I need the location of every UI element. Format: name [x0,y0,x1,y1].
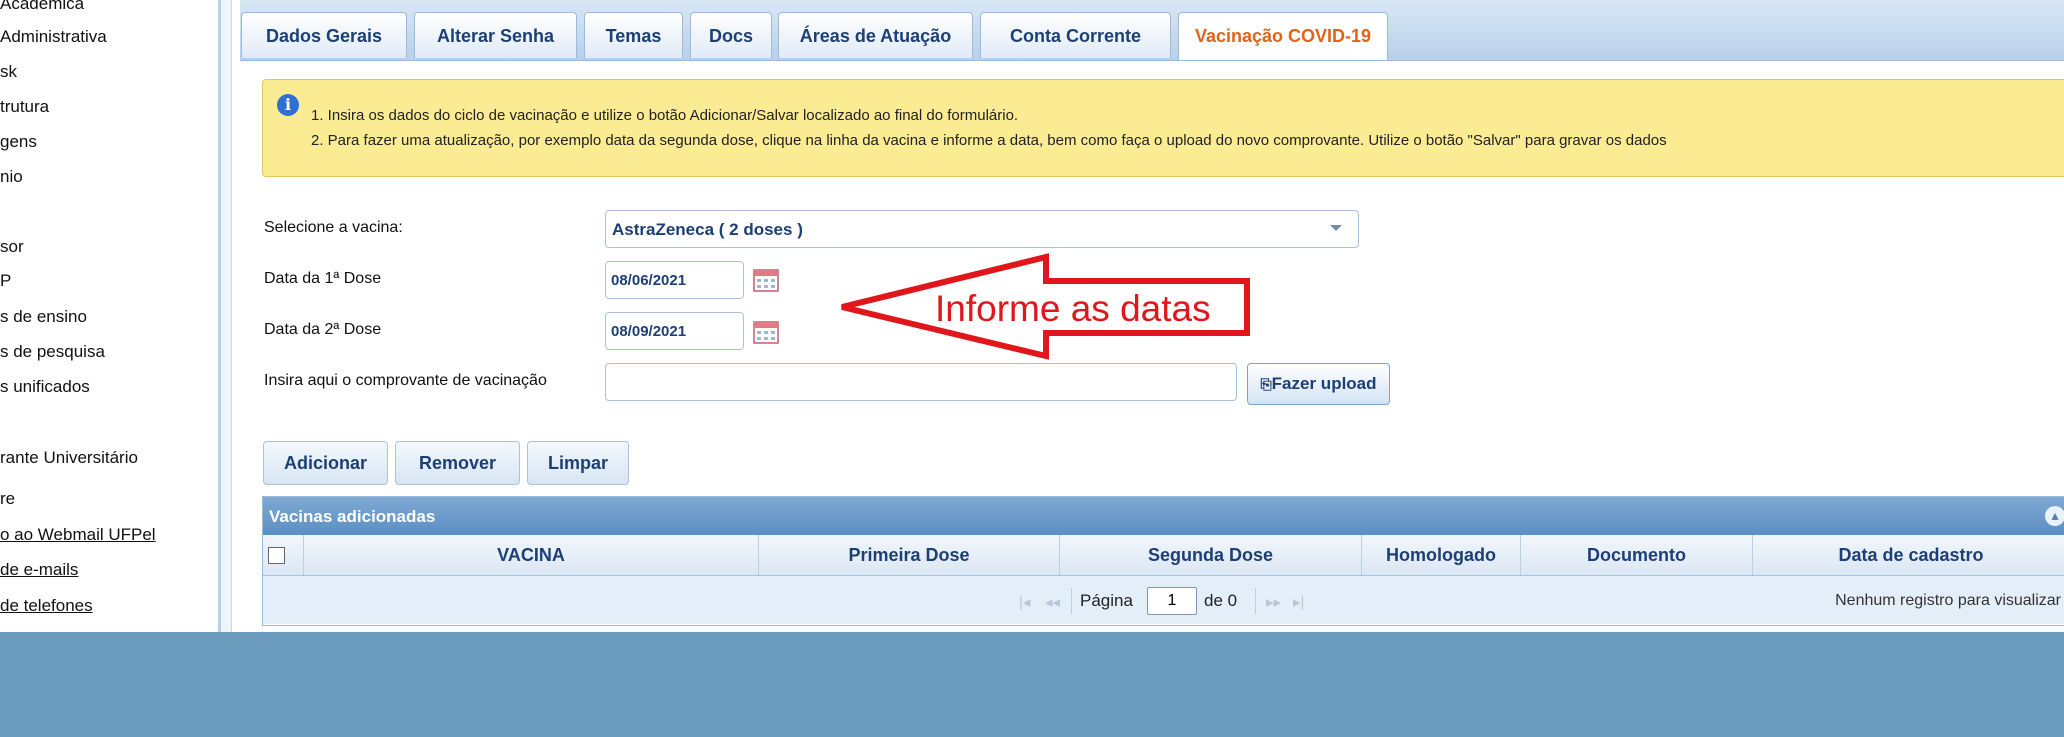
instruction-line-1: 1. Insira os dados do ciclo de vacinação… [311,107,1019,124]
sidebar-link-webmail[interactable]: o ao Webmail UFPel [0,525,156,545]
sidebar-item[interactable]: s de pesquisa [0,342,105,362]
pager-separator [1255,588,1256,614]
chevron-down-icon [1330,225,1342,231]
pager-separator [1071,588,1072,614]
empty-records-message: Nenhum registro para visualizar [1835,592,2061,609]
last-page-icon[interactable]: ▸| [1293,593,1304,611]
column-header-documento[interactable]: Documento [1520,535,1752,575]
remove-button[interactable]: Remover [395,441,520,485]
column-header-vacina[interactable]: VACINA [303,535,758,575]
app-window: Acadêmica Administrativa sk trutura gens… [0,0,2064,632]
sidebar-link-phones[interactable]: de telefones [0,596,93,616]
tab-temas[interactable]: Temas [584,12,683,58]
vaccines-grid: Vacinas adicionadas ▴ VACINA Primeira Do… [262,496,2064,626]
calendar-icon[interactable] [753,268,779,292]
next-page-icon[interactable]: ▸▸ [1266,593,1281,611]
tab-dados-gerais[interactable]: Dados Gerais [241,12,407,58]
sidebar-item[interactable]: gens [0,132,37,152]
dose1-date-value: 08/06/2021 [611,272,687,289]
sidebar-item[interactable]: Acadêmica [0,0,84,14]
vaccine-select-value: AstraZeneca ( 2 doses ) [612,220,803,239]
column-header-homologado[interactable]: Homologado [1361,535,1520,575]
annotation-text: Informe as datas [935,288,1211,329]
page-number-input[interactable]: 1 [1147,587,1197,615]
column-header-data-cadastro[interactable]: Data de cadastro [1752,535,2064,575]
collapse-icon[interactable]: ▴ [2045,506,2064,526]
dose1-label: Data da 1ª Dose [264,270,382,287]
footer-band [0,632,2064,737]
sidebar: Acadêmica Administrativa sk trutura gens… [0,0,221,632]
sidebar-item[interactable]: nio [0,167,23,187]
sidebar-gutter [221,0,231,632]
upload-button[interactable]: ⎘Fazer upload [1247,363,1390,405]
tab-areas-atuacao[interactable]: Áreas de Atuação [778,12,973,58]
grid-header: Vacinas adicionadas ▴ [263,497,2064,535]
sidebar-item[interactable]: re [0,489,15,509]
tab-docs[interactable]: Docs [690,12,772,58]
first-page-icon[interactable]: |◂ [1019,593,1030,611]
vaccine-label: Selecione a vacina: [264,219,403,236]
tab-alterar-senha[interactable]: Alterar Senha [414,12,577,58]
grid-pager: |◂ ◂◂ Página 1 de 0 ▸▸ ▸| Nenhum registr… [263,576,2064,624]
vaccine-select[interactable]: AstraZeneca ( 2 doses ) [605,210,1359,248]
add-button[interactable]: Adicionar [263,441,388,485]
upload-icon: ⎘ [1260,376,1272,392]
upload-file-input[interactable] [605,363,1237,401]
page-total: de 0 [1204,591,1238,610]
tab-conta-corrente[interactable]: Conta Corrente [980,12,1171,58]
calendar-icon[interactable] [753,320,779,344]
sidebar-item[interactable]: trutura [0,97,49,117]
column-header-primeira-dose[interactable]: Primeira Dose [758,535,1059,575]
grid-column-headers: VACINA Primeira Dose Segunda Dose Homolo… [263,535,2064,576]
tab-vacinacao-covid[interactable]: Vacinação COVID-19 [1178,12,1388,60]
dose2-date-input[interactable]: 08/09/2021 [605,312,744,350]
dose2-date-value: 08/09/2021 [611,323,687,340]
info-icon: i [277,94,299,116]
dose2-label: Data da 2ª Dose [264,321,382,338]
sidebar-item[interactable]: sk [0,62,17,82]
page-label: Página [1080,591,1133,610]
select-all-checkbox[interactable] [268,547,285,564]
sidebar-item[interactable]: s unificados [0,377,90,397]
instruction-line-2: 2. Para fazer uma atualização, por exemp… [311,132,1667,149]
grid-title: Vacinas adicionadas [269,507,436,526]
upload-label: Insira aqui o comprovante de vacinação [264,372,547,389]
column-header-segunda-dose[interactable]: Segunda Dose [1059,535,1361,575]
dose1-date-input[interactable]: 08/06/2021 [605,261,744,299]
sidebar-item[interactable]: rante Universitário [0,448,138,468]
instructions-box: i 1. Insira os dados do ciclo de vacinaç… [262,79,2064,177]
sidebar-item[interactable]: s de ensino [0,307,87,327]
tab-strip: Dados Gerais Alterar Senha Temas Docs Ár… [240,0,2064,61]
clear-button[interactable]: Limpar [527,441,629,485]
sidebar-link-emails[interactable]: de e-mails [0,560,78,580]
upload-button-label: Fazer upload [1271,374,1377,393]
sidebar-item[interactable]: P [0,271,11,291]
sidebar-item[interactable]: Administrativa [0,27,107,47]
prev-page-icon[interactable]: ◂◂ [1045,593,1060,611]
sidebar-item[interactable]: sor [0,237,24,257]
